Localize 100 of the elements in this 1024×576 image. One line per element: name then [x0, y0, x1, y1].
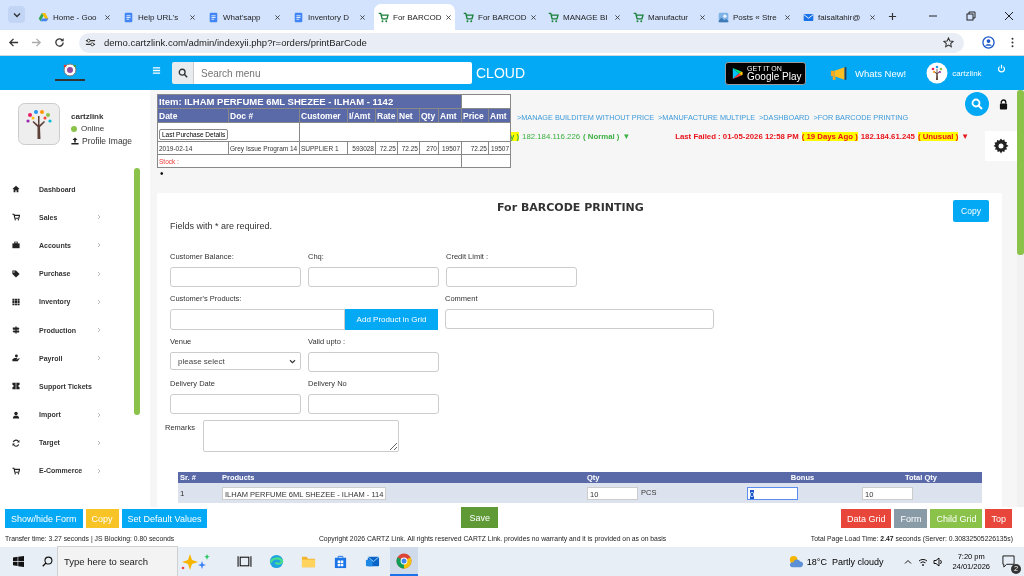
user-name: cartzlink	[71, 112, 105, 121]
play-triangle-icon	[732, 66, 743, 80]
tree-avatar-icon[interactable]	[926, 62, 949, 84]
browser-tab[interactable]: MANAGE BI	[544, 4, 625, 30]
cart-icon	[633, 11, 644, 23]
browser-tab[interactable]: What'sapp	[204, 4, 285, 30]
cart-icon	[12, 466, 20, 475]
ring-icon	[396, 552, 412, 569]
bullet: •	[160, 168, 164, 180]
tab-title: Home - Goo	[53, 12, 98, 22]
browser-tab[interactable]: Home - Goo	[34, 4, 115, 30]
document-icon	[293, 11, 304, 23]
search-icon[interactable]	[172, 62, 194, 84]
mail-icon	[803, 11, 814, 23]
close-icon[interactable]	[784, 13, 791, 21]
action-button[interactable]: Top	[985, 509, 1012, 528]
tab-title: MANAGE BI	[563, 12, 609, 22]
ticket-icon	[12, 382, 20, 391]
tab-search-button[interactable]	[8, 6, 25, 23]
close-icon[interactable]	[445, 13, 453, 21]
scrollbar[interactable]	[1017, 90, 1024, 507]
temperature-text[interactable]: 18°C	[806, 556, 827, 567]
speaker-icon[interactable]	[933, 556, 944, 567]
profile-icon[interactable]	[982, 36, 995, 49]
briefcase-icon	[12, 241, 20, 250]
signpost-icon	[12, 326, 20, 335]
browser-tab[interactable]: Inventory D	[289, 4, 370, 30]
close-icon[interactable]	[189, 13, 196, 21]
profile-image-link[interactable]: Profile Image	[71, 136, 133, 146]
action-button[interactable]: Data Grid	[840, 509, 892, 528]
venue-dropdown[interactable]: please select	[170, 352, 301, 370]
close-icon[interactable]	[614, 13, 621, 21]
close-icon[interactable]	[104, 13, 111, 21]
browser-tab[interactable]: For BARCOD	[374, 4, 455, 30]
cart-icon	[378, 11, 389, 23]
browser-tab[interactable]: For BARCOD	[459, 4, 540, 30]
product-field[interactable]	[170, 309, 345, 330]
text-field[interactable]	[445, 309, 714, 329]
site-settings-icon[interactable]	[85, 37, 96, 48]
cart-icon	[548, 11, 559, 23]
bookmark-star-icon[interactable]	[943, 37, 954, 48]
tab-title: Inventory D	[308, 12, 350, 22]
browser-tab[interactable]: Posts « Stre	[714, 4, 795, 30]
upload-icon	[71, 137, 79, 145]
grid-icon	[12, 297, 20, 306]
money-hand-icon	[12, 354, 20, 363]
row-number: 1	[180, 488, 185, 498]
search-icon	[42, 556, 53, 567]
close-icon[interactable]	[359, 13, 366, 21]
windows-icon[interactable]	[13, 556, 24, 567]
search-field[interactable]: Search menu	[194, 62, 472, 84]
taskbar-app[interactable]	[390, 547, 418, 576]
item-title: Item: ILHAM PERFUME 6ML SHEZEE - ILHAM - 1142	[157, 94, 462, 109]
text-field[interactable]	[308, 352, 439, 372]
brand-text: CLOUD	[476, 65, 525, 81]
document-icon	[123, 11, 134, 23]
caret-icon	[289, 358, 296, 364]
tab-title: For BARCOD	[393, 12, 442, 22]
wifi-icon[interactable]	[918, 556, 929, 567]
remarks-field[interactable]	[203, 420, 399, 452]
store-icon[interactable]	[333, 554, 348, 569]
refresh-icon	[12, 438, 20, 447]
text-field[interactable]	[446, 267, 577, 287]
settings-button[interactable]	[985, 131, 1017, 161]
close-icon[interactable]	[699, 13, 706, 21]
close-icon[interactable]	[869, 13, 876, 21]
text-field[interactable]	[170, 267, 301, 287]
browser-tab[interactable]: Manufactur	[629, 4, 710, 30]
taskbar-search-field[interactable]: Type here to search	[57, 546, 178, 576]
close-icon[interactable]	[1004, 11, 1014, 21]
new-tab-icon[interactable]	[888, 12, 897, 21]
power-icon[interactable]	[997, 64, 1006, 73]
lock-icon[interactable]	[999, 98, 1008, 110]
scrollbar[interactable]	[134, 168, 140, 415]
search-icon	[971, 98, 983, 110]
browser-tab[interactable]: Help URL's	[119, 4, 200, 30]
status-text: Online	[81, 124, 105, 133]
weather-icon[interactable]	[787, 554, 803, 569]
drive-icon	[38, 11, 49, 23]
text-field[interactable]	[170, 394, 301, 414]
close-icon[interactable]	[274, 13, 281, 21]
text-field[interactable]	[308, 267, 439, 287]
tab-title: Manufactur	[648, 12, 690, 22]
address-field[interactable]: demo.cartzlink.com/admin/indexyii.php?r=orders/printBarCode	[79, 32, 964, 53]
back-icon[interactable]	[8, 37, 19, 48]
search-button[interactable]	[965, 92, 989, 116]
text-field[interactable]	[308, 394, 439, 414]
mail-icon[interactable]	[365, 554, 380, 569]
reload-icon[interactable]	[54, 37, 65, 48]
close-icon[interactable]	[530, 13, 538, 21]
restore-icon[interactable]	[966, 11, 976, 21]
task-view-icon[interactable]	[237, 554, 252, 569]
weather-text[interactable]: Partly cloudy	[831, 556, 884, 567]
tab-title: Help URL's	[138, 12, 180, 22]
tree-logo-icon	[18, 103, 60, 145]
person-icon	[12, 410, 20, 419]
form-title: For BARCODE PRINTING	[497, 201, 644, 214]
browser-tab[interactable]: faisaltahir@	[799, 4, 880, 30]
required-note: Fields with * are required.	[170, 221, 274, 233]
tab-title: What'sapp	[223, 12, 262, 22]
